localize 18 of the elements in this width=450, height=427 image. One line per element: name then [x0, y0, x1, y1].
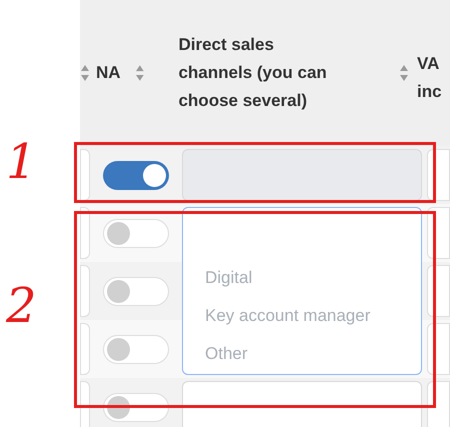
table-cell	[80, 149, 90, 201]
column-header[interactable]: VA inc	[417, 50, 450, 106]
sort-icon[interactable]	[80, 64, 90, 82]
column-header[interactable]: Direct sales channels (you can choose several)	[178, 31, 392, 115]
sort-icon[interactable]	[134, 64, 144, 82]
table-cell	[80, 265, 90, 317]
toggle-switch[interactable]	[103, 160, 169, 190]
sort-icon[interactable]	[399, 64, 410, 82]
table-cell	[427, 381, 450, 427]
select-field[interactable]	[182, 381, 422, 427]
annotation-number: 2	[6, 280, 37, 332]
toggle-switch[interactable]	[103, 218, 169, 248]
toggle-switch[interactable]	[103, 392, 169, 422]
select-field[interactable]	[182, 149, 422, 201]
toggle-switch[interactable]	[103, 276, 169, 306]
toggle-switch[interactable]	[103, 334, 169, 364]
annotation-number: 1	[6, 136, 37, 188]
column-header[interactable]: NA	[96, 60, 135, 86]
